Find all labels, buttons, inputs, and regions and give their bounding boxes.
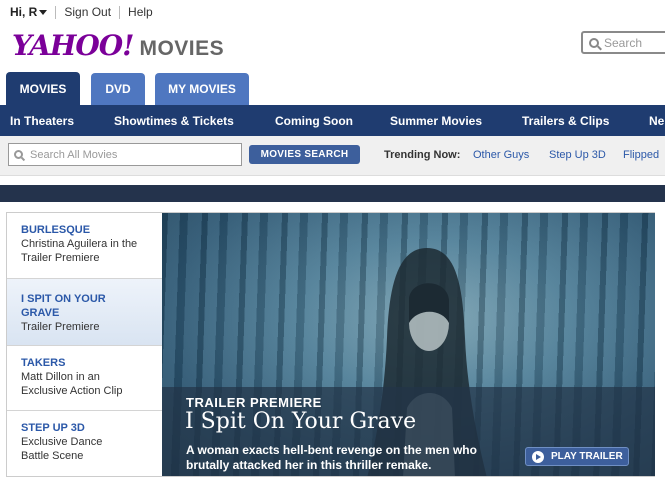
trending-link[interactable]: Flipped <box>623 149 659 161</box>
nav-in-theaters[interactable]: In Theaters <box>10 114 74 128</box>
list-item-title: GRAVE <box>21 307 60 319</box>
section-divider <box>0 185 665 202</box>
top-search-placeholder: Search <box>604 35 643 50</box>
tab-movies[interactable]: MOVIES <box>6 72 80 105</box>
hero-kicker: TRAILER PREMIERE <box>186 395 322 410</box>
play-trailer-button[interactable]: PLAY TRAILER <box>525 447 629 466</box>
tab-dvd[interactable]: DVD <box>91 73 145 105</box>
nav-coming-soon[interactable]: Coming Soon <box>275 114 353 128</box>
trending-label: Trending Now: <box>384 149 461 161</box>
movie-search-input[interactable]: Search All Movies <box>8 143 242 166</box>
list-item[interactable]: STEP UP 3D Exclusive Dance Battle Scene <box>7 411 162 476</box>
list-item-title: BURLESQUE <box>21 224 91 236</box>
list-item[interactable]: I SPIT ON YOUR GRAVE Trailer Premiere <box>7 279 179 346</box>
list-item-title: STEP UP 3D <box>21 422 85 434</box>
list-item[interactable]: BURLESQUE Christina Aguilera in the Trai… <box>7 213 162 279</box>
trending-link[interactable]: Other Guys <box>473 149 529 161</box>
nav-showtimes-tickets[interactable]: Showtimes & Tickets <box>114 114 234 128</box>
list-item-title: I SPIT ON YOUR <box>21 293 106 305</box>
nav-trailers-clips[interactable]: Trailers & Clips <box>522 114 609 128</box>
list-item-desc: Matt Dillon in an <box>21 371 100 383</box>
list-item[interactable]: TAKERS Matt Dillon in an Exclusive Actio… <box>7 346 162 411</box>
play-icon <box>532 450 544 463</box>
site-logo[interactable]: YAHOO! MOVIES <box>12 29 224 62</box>
list-item-desc: Battle Scene <box>21 450 84 462</box>
top-search-input[interactable]: Search <box>581 31 665 54</box>
list-item-desc: Trailer Premiere <box>21 321 100 333</box>
list-item-desc: Trailer Premiere <box>21 252 100 264</box>
nav-news[interactable]: Ne <box>649 114 664 128</box>
search-icon <box>14 150 23 159</box>
hero-image[interactable]: TRAILER PREMIERE I Spit On Your Grave A … <box>162 213 655 476</box>
hero-description: A woman exacts hell-bent revenge on the … <box>186 443 496 473</box>
trending-link[interactable]: Step Up 3D <box>549 149 606 161</box>
user-menu[interactable]: Hi, R <box>0 4 57 19</box>
user-greeting: Hi, R <box>10 4 38 19</box>
hero-desc-line: brutally attacked her in this thriller r… <box>186 458 432 472</box>
list-item-desc: Exclusive Action Clip <box>21 385 123 397</box>
yahoo-logo: YAHOO! <box>12 29 134 62</box>
list-item-title: TAKERS <box>21 357 66 369</box>
play-trailer-label: PLAY TRAILER <box>551 451 623 462</box>
search-band: Search All Movies MOVIES SEARCH Trending… <box>0 136 665 176</box>
movies-search-button[interactable]: MOVIES SEARCH <box>249 145 360 164</box>
sign-out-link[interactable]: Sign Out <box>56 5 121 19</box>
chevron-down-icon <box>39 9 48 15</box>
main-tabs: MOVIES DVD MY MOVIES <box>0 72 665 105</box>
feature-list: BURLESQUE Christina Aguilera in the Trai… <box>7 213 179 476</box>
search-icon <box>589 37 599 48</box>
movie-search-placeholder: Search All Movies <box>30 148 118 161</box>
feature-module: BURLESQUE Christina Aguilera in the Trai… <box>6 212 655 477</box>
nav-summer-movies[interactable]: Summer Movies <box>390 114 482 128</box>
page: Hi, R Sign Out Help YAHOO! MOVIES Search… <box>0 0 665 482</box>
hero-title[interactable]: I Spit On Your Grave <box>185 409 416 434</box>
list-item-desc: Christina Aguilera in the <box>21 238 138 250</box>
hero-desc-line: A woman exacts hell-bent revenge on the … <box>186 443 477 457</box>
nav-bar: In Theaters Showtimes & Tickets Coming S… <box>0 105 665 136</box>
list-item-desc: Exclusive Dance <box>21 436 103 448</box>
tab-my-movies[interactable]: MY MOVIES <box>155 73 249 105</box>
utility-bar: Hi, R Sign Out Help <box>0 0 665 24</box>
section-title: MOVIES <box>139 37 225 60</box>
help-link[interactable]: Help <box>120 5 161 19</box>
